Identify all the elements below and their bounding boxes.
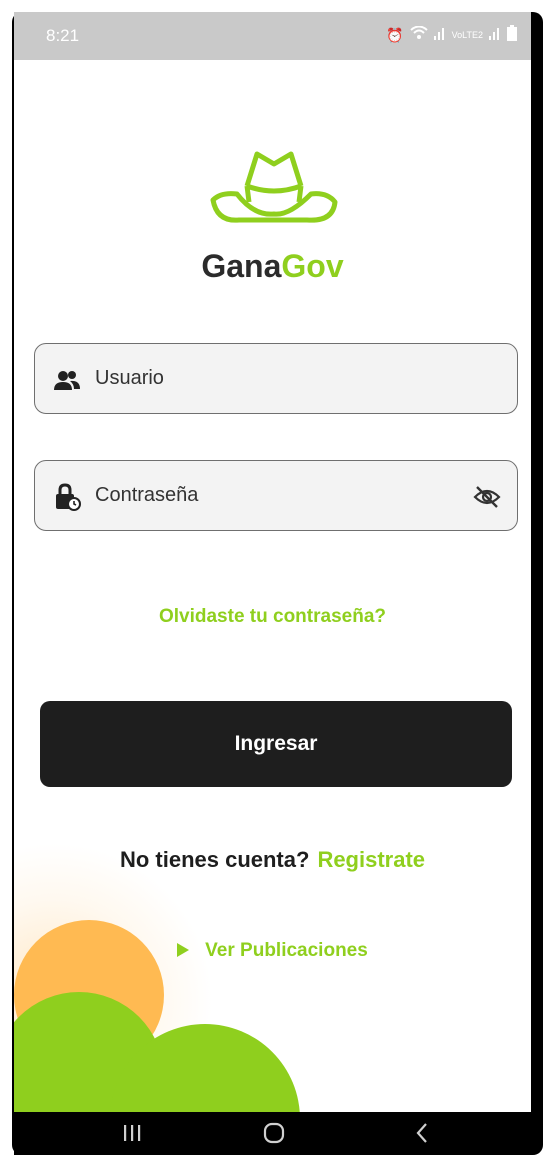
home-icon[interactable] [254,1118,294,1148]
register-link[interactable]: Registrate [317,847,425,872]
wifi-icon [409,25,428,44]
signup-prompt: No tienes cuenta? [119,847,310,872]
forgot-password-link[interactable]: Olvidaste tu contraseña? [14,606,531,628]
status-time: 8:21 [46,26,80,45]
signal-icon [489,26,501,44]
brand-name-part1: Gana [201,248,282,284]
play-icon [177,942,190,957]
recents-icon[interactable] [112,1118,152,1148]
brand-name: GanaGov [14,248,531,285]
signal-icon [433,26,446,44]
app-screen: 8:21 ⏰ VoLTE2 GanaGov Usuario Contraseña… [14,12,531,1112]
username-placeholder: Usuario [95,367,164,389]
back-icon[interactable] [402,1118,442,1148]
users-icon [54,371,80,390]
brand-name-part2: Gov [281,248,344,284]
username-field[interactable]: Usuario [34,343,518,414]
volte-icon: VoLTE2 [451,30,483,40]
alarm-icon: ⏰ [386,27,404,43]
cowboy-hat-icon [210,151,338,223]
status-bar: 8:21 ⏰ VoLTE2 [14,12,531,60]
battery-icon [507,25,517,45]
lock-clock-icon [56,483,81,511]
login-button[interactable]: Ingresar [40,701,512,787]
view-publications-label: Ver Publicaciones [205,940,368,961]
view-publications-link[interactable]: Ver Publicaciones [14,940,531,962]
password-placeholder: Contraseña [95,484,199,506]
eye-off-icon[interactable] [473,485,501,509]
password-field[interactable]: Contraseña [34,460,518,531]
status-icons: ⏰ VoLTE2 [386,25,517,45]
system-nav-bar [14,1112,531,1155]
